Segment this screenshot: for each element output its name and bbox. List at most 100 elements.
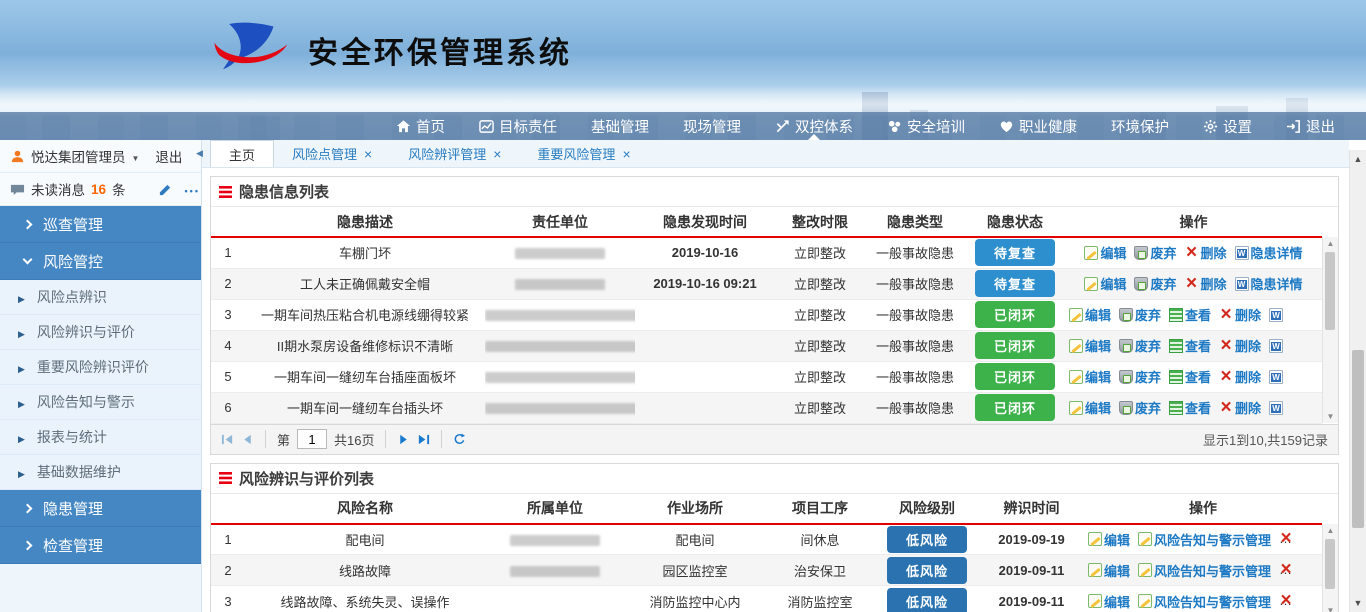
next-page-button[interactable] <box>397 433 410 446</box>
nav-home[interactable]: 首页 <box>379 112 462 140</box>
nav-logout[interactable]: 退出 <box>1269 112 1352 140</box>
action-link[interactable]: 编辑 <box>1088 530 1130 549</box>
sidebar-item-risk-notice-warning[interactable]: 风险告知与警示 <box>0 385 201 420</box>
action-link[interactable]: 风险告知与警示管理 <box>1138 592 1271 611</box>
nav-settings[interactable]: 设置 <box>1186 112 1269 140</box>
tab-major-risk-mgmt[interactable]: 重要风险管理 <box>519 140 648 167</box>
close-icon[interactable] <box>493 146 501 162</box>
nav-dual-control[interactable]: 双控体系 <box>758 112 870 140</box>
action-icon <box>1138 532 1152 546</box>
chevron-down-icon[interactable] <box>132 149 140 164</box>
close-icon[interactable] <box>364 146 372 162</box>
more-icon[interactable] <box>185 182 200 197</box>
action-link[interactable]: 删除 <box>1279 561 1321 580</box>
action-link[interactable]: 删除 <box>1185 274 1227 293</box>
last-page-button[interactable] <box>417 433 430 446</box>
action-link[interactable]: 隐患详情 <box>1235 274 1303 293</box>
sidebar-item-inspection-mgmt[interactable]: 巡查管理 <box>0 206 201 243</box>
sidebar-logout-link[interactable]: 退出 <box>155 146 182 166</box>
sidebar-collapse-arrow[interactable] <box>196 148 203 159</box>
action-link[interactable]: 隐患详情 <box>1235 243 1303 262</box>
scroll-up-arrow[interactable] <box>1350 152 1366 166</box>
action-link[interactable]: 风险告知与警示管理 <box>1138 561 1271 580</box>
action-link[interactable]: 编辑 <box>1069 398 1111 417</box>
action-link[interactable]: 删除 <box>1185 243 1227 262</box>
action-link[interactable]: 删除 <box>1219 336 1261 355</box>
action-link[interactable]: 编辑 <box>1069 336 1111 355</box>
nav-environment[interactable]: 环境保护 <box>1094 112 1186 140</box>
action-link[interactable]: 风险告知与警示管理 <box>1138 530 1271 549</box>
pencil-icon[interactable] <box>158 182 173 197</box>
action-link[interactable]: 编辑 <box>1088 592 1130 611</box>
tab-risk-eval-mgmt[interactable]: 风险辨评管理 <box>390 140 519 167</box>
nav-basic-mgmt[interactable]: 基础管理 <box>574 112 666 140</box>
refresh-button[interactable] <box>453 433 466 446</box>
hazard-desc-cell: 一期车间一缝纫车台插座面板坏 <box>245 361 485 392</box>
hazard-unit-cell <box>485 237 635 268</box>
tab-home[interactable]: 主页 <box>210 140 274 167</box>
nav-site-mgmt[interactable]: 现场管理 <box>666 112 758 140</box>
action-link[interactable]: 隐患详情 <box>1269 398 1322 417</box>
scroll-up-arrow[interactable] <box>1323 237 1338 250</box>
sidebar-item-risk-identify-eval[interactable]: 风险辨识与评价 <box>0 315 201 350</box>
unread-label[interactable]: 未读消息 <box>31 179 85 199</box>
scrollbar-thumb[interactable] <box>1325 252 1335 330</box>
sidebar-item-hazard-mgmt[interactable]: 隐患管理 <box>0 490 201 527</box>
action-link[interactable]: 编辑 <box>1069 367 1111 386</box>
action-icon <box>1235 246 1249 260</box>
table-row: 4 II期水泵房设备维修标识不清晰 立即整改 一般事故隐患 已闭环 编辑废弃查看… <box>211 330 1322 361</box>
action-link[interactable]: 废弃 <box>1119 398 1161 417</box>
action-link[interactable]: 查看 <box>1169 305 1211 324</box>
hazard-desc-cell: 一期车间一缝纫车台插头坏 <box>245 392 485 423</box>
scroll-down-arrow[interactable] <box>1323 410 1338 423</box>
action-link[interactable]: 废弃 <box>1119 305 1161 324</box>
scroll-down-arrow[interactable] <box>1323 604 1338 612</box>
scrollbar-thumb[interactable] <box>1325 539 1335 589</box>
action-link[interactable]: 编辑 <box>1069 305 1111 324</box>
sidebar-item-check-mgmt[interactable]: 检查管理 <box>0 527 201 564</box>
action-link[interactable]: 查看 <box>1169 398 1211 417</box>
action-link[interactable]: 编辑 <box>1088 561 1130 580</box>
prev-page-button[interactable] <box>241 433 254 446</box>
risk-name-cell: 线路故障 <box>245 555 485 586</box>
action-link[interactable]: 删除 <box>1219 398 1261 417</box>
action-link[interactable]: 隐患详情 <box>1269 305 1322 324</box>
action-icon <box>1169 339 1183 353</box>
nav-label: 双控体系 <box>795 116 853 137</box>
action-link[interactable]: 废弃 <box>1134 243 1176 262</box>
row-actions: 编辑风险告知与警示管理删除 <box>1084 555 1322 586</box>
sidebar-item-risk-point-identify[interactable]: 风险点辨识 <box>0 280 201 315</box>
action-link[interactable]: 查看 <box>1169 367 1211 386</box>
sidebar-item-reports-statistics[interactable]: 报表与统计 <box>0 420 201 455</box>
sidebar-group-label: 检查管理 <box>43 535 103 556</box>
user-name[interactable]: 悦达集团管理员 <box>31 146 126 166</box>
action-link[interactable]: 废弃 <box>1119 367 1161 386</box>
action-link[interactable]: 删除 <box>1219 367 1261 386</box>
action-link[interactable]: 删除 <box>1219 305 1261 324</box>
page-number-input[interactable] <box>297 429 327 449</box>
tab-risk-point-mgmt[interactable]: 风险点管理 <box>274 140 390 167</box>
first-page-button[interactable] <box>221 433 234 446</box>
nav-safety-training[interactable]: 安全培训 <box>870 112 982 140</box>
action-link[interactable]: 编辑 <box>1084 274 1126 293</box>
action-link[interactable]: 删除 <box>1279 530 1321 549</box>
sidebar-item-risk-control[interactable]: 风险管控 <box>0 243 201 280</box>
sidebar-item-major-risk-eval[interactable]: 重要风险辨识评价 <box>0 350 201 385</box>
sidebar-item-base-data-maintain[interactable]: 基础数据维护 <box>0 455 201 490</box>
row-actions: 编辑废弃删除隐患详情 <box>1065 237 1322 268</box>
action-link[interactable]: 废弃 <box>1119 336 1161 355</box>
scrollbar-thumb[interactable] <box>1352 350 1364 528</box>
action-icon <box>1084 277 1098 291</box>
action-link[interactable]: 查看 <box>1169 336 1211 355</box>
scroll-up-arrow[interactable] <box>1323 524 1338 537</box>
nav-occupational-health[interactable]: 职业健康 <box>982 112 1094 140</box>
action-link[interactable]: 编辑 <box>1084 243 1126 262</box>
action-link[interactable]: 隐患详情 <box>1269 367 1322 386</box>
action-link[interactable]: 废弃 <box>1134 274 1176 293</box>
nav-target-duty[interactable]: 目标责任 <box>462 112 574 140</box>
action-link[interactable]: 删除 <box>1279 592 1321 611</box>
scroll-down-arrow[interactable] <box>1350 596 1366 610</box>
hazard-time-cell <box>635 361 775 392</box>
close-icon[interactable] <box>622 146 630 162</box>
action-link[interactable]: 隐患详情 <box>1269 336 1322 355</box>
